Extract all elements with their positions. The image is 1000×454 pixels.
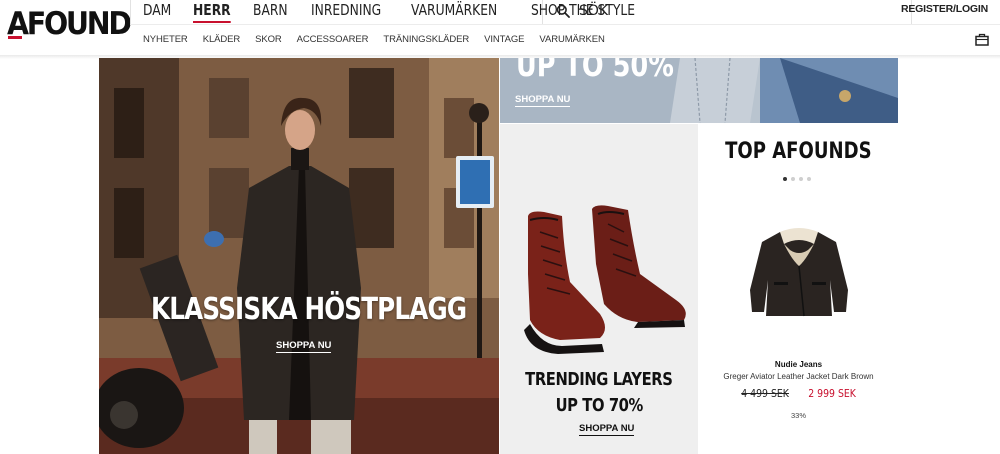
denim-banner-title: UP TO 50% xyxy=(516,58,674,84)
top-afounds-title: TOP AFOUNDS xyxy=(699,139,898,164)
nav-item-inredning[interactable]: INREDNING xyxy=(311,0,381,24)
subnav-item-nyheter[interactable]: NYHETER xyxy=(143,34,188,45)
carousel-dot[interactable] xyxy=(799,177,803,181)
carousel-dot[interactable] xyxy=(791,177,795,181)
register-login-link[interactable]: REGISTER/LOGIN xyxy=(901,3,988,15)
product-prices: 4 499 SEK 2 999 SEK xyxy=(699,387,898,400)
trending-layers-line2: UP TO 70% xyxy=(555,395,643,416)
denim-banner[interactable]: UP TO 50% SHOPPA NU xyxy=(500,58,898,123)
top-afounds-panel: TOP AFOUNDS Nudie Jeans Greger Aviator L… xyxy=(699,124,898,454)
boots-image xyxy=(524,205,686,354)
header-separator xyxy=(130,24,1000,25)
sale-price: 2 999 SEK xyxy=(808,387,857,400)
subnav-item-traningsklader[interactable]: TRÄNINGSKLÄDER xyxy=(383,34,469,45)
top-afounds-title-text: TOP AFOUNDS xyxy=(725,139,872,164)
trending-layers-line1: TRENDING LAYERS xyxy=(525,369,673,390)
hero-title: KLASSISKA HÖSTPLAGG xyxy=(151,292,467,327)
bag-icon[interactable] xyxy=(975,33,989,46)
hero-shop-now-link[interactable]: SHOPPA NU xyxy=(276,340,332,353)
subnav-item-varumarken[interactable]: VARUMÄRKEN xyxy=(539,34,604,45)
nav-item-barn[interactable]: BARN xyxy=(253,0,288,24)
product-brand[interactable]: Nudie Jeans xyxy=(699,360,898,369)
header-divider xyxy=(130,0,131,24)
trending-layers-tile[interactable]: TRENDING LAYERS UP TO 70% SHOPPA NU xyxy=(500,124,698,454)
discount-percent: 33% xyxy=(790,411,806,420)
site-header: AFOUND DAM HERR BARN INREDNING VARUMÄRKE… xyxy=(0,0,1000,59)
trending-layers-title: TRENDING LAYERS UP TO 70% xyxy=(500,367,698,419)
subnav-item-vintage[interactable]: VINTAGE xyxy=(484,34,524,45)
subnav-item-accessoarer[interactable]: ACCESSOARER xyxy=(297,34,369,45)
search-button[interactable]: SÖK xyxy=(556,0,608,22)
hero-banner[interactable]: KLASSISKA HÖSTPLAGG SHOPPA NU xyxy=(99,58,499,454)
search-icon xyxy=(556,4,570,18)
carousel-dot[interactable] xyxy=(807,177,811,181)
logo-text: AFOUND xyxy=(7,6,132,42)
denim-shop-now-link[interactable]: SHOPPA NU xyxy=(515,94,571,107)
subnav-item-skor[interactable]: SKOR xyxy=(255,34,282,45)
original-price: 4 499 SEK xyxy=(740,387,789,400)
carousel-dot[interactable] xyxy=(783,177,787,181)
afound-logo[interactable]: AFOUND xyxy=(7,6,132,42)
nav-item-herr[interactable]: HERR xyxy=(192,0,230,24)
nav-item-dam[interactable]: DAM xyxy=(143,0,171,24)
search-label: SÖK xyxy=(579,3,609,19)
subnav-item-klader[interactable]: KLÄDER xyxy=(203,34,241,45)
product-name[interactable]: Greger Aviator Leather Jacket Dark Brown xyxy=(699,372,898,381)
nav-item-varumarken[interactable]: VARUMÄRKEN xyxy=(411,0,497,24)
logo-accent-bar xyxy=(8,36,22,39)
trending-shop-now-link[interactable]: SHOPPA NU xyxy=(579,423,635,436)
carousel-dots xyxy=(783,177,815,181)
product-image[interactable] xyxy=(744,220,854,320)
category-subnav: NYHETER KLÄDER SKOR ACCESSOARER TRÄNINGS… xyxy=(143,34,620,45)
hero-image xyxy=(99,58,499,454)
